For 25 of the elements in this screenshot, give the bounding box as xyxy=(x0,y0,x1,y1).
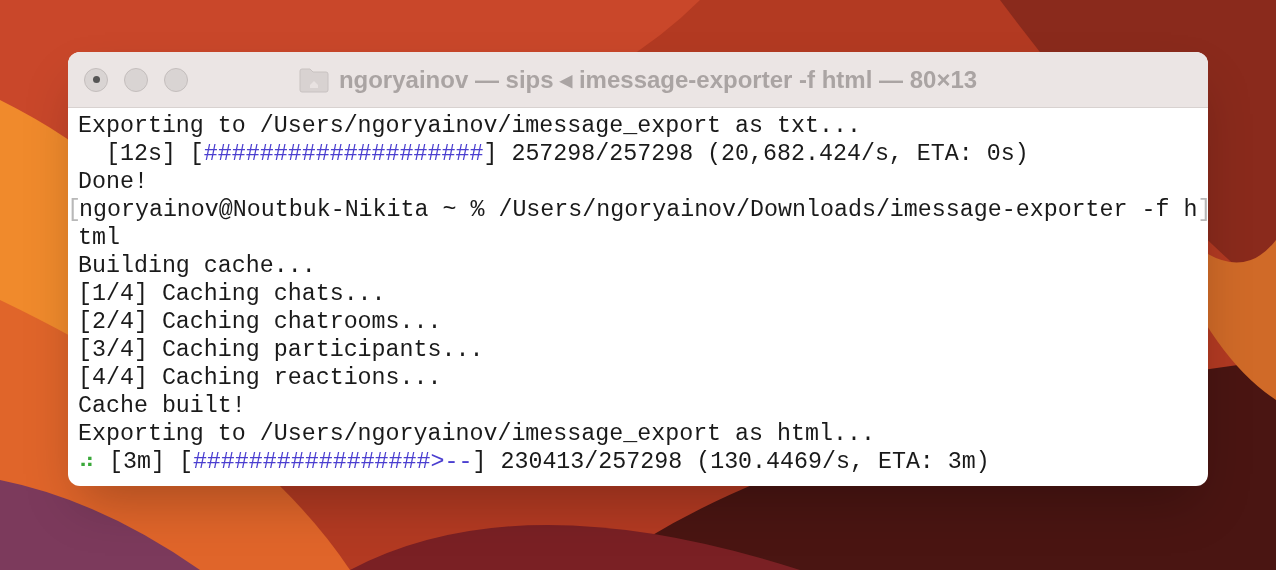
terminal-text: [2/4] Caching chatrooms... xyxy=(78,308,442,336)
progress-bar-text: #################>-- xyxy=(192,448,473,476)
terminal-text: [3m] [ xyxy=(107,448,193,476)
minimize-button[interactable] xyxy=(124,67,148,92)
terminal-text: ] 230413/257298 (130.4469/s, ETA: 3m) xyxy=(472,448,990,476)
terminal-text: Cache built! xyxy=(78,392,246,420)
terminal-text: [4/4] Caching reactions... xyxy=(78,364,442,392)
close-button[interactable] xyxy=(84,67,108,92)
progress-bar-text: #################### xyxy=(203,140,484,168)
folder-icon xyxy=(298,66,329,93)
line-mark: ] xyxy=(1197,196,1208,224)
terminal-text: Exporting to /Users/ngoryainov/imessage_export as txt... xyxy=(78,112,861,140)
terminal-text: [3/4] Caching participants... xyxy=(78,336,484,364)
terminal-text: [12s] [ xyxy=(104,140,204,168)
terminal-text: Exporting to /Users/ngoryainov/imessage_export as html... xyxy=(78,420,875,448)
terminal-text: ngoryainov@Noutbuk-Nikita ~ % /Users/ngoryainov/Downloads/imessage-exporter -f h xyxy=(79,196,1198,224)
terminal-text: tml xyxy=(78,224,120,252)
terminal-text: Done! xyxy=(78,168,148,196)
spinner-glyph: ⠴ xyxy=(78,448,95,476)
window-title: ngoryainov — sips ◂ imessage-exporter -f html — 80×13 xyxy=(338,64,978,95)
zoom-button[interactable] xyxy=(164,67,188,92)
line-mark: [ xyxy=(68,196,79,224)
terminal-text: ] 257298/257298 (20,682.424/s, ETA: 0s) xyxy=(483,140,1029,168)
terminal-text: Building cache... xyxy=(78,252,316,280)
terminal-text: [1/4] Caching chats... xyxy=(78,280,386,308)
